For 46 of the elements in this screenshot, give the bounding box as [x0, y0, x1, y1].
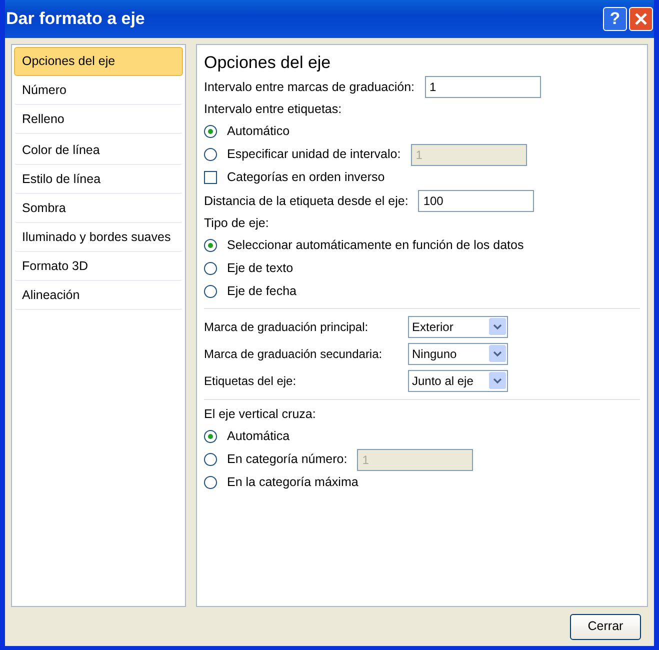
radio-label: Automático: [227, 123, 290, 140]
help-icon[interactable]: ?: [603, 7, 627, 31]
dropdown[interactable]: Junto al eje: [408, 370, 508, 392]
close-button[interactable]: Cerrar: [570, 614, 641, 640]
caret-icon: [489, 318, 506, 335]
radio-label: En la categoría máxima: [227, 474, 358, 492]
select-label: Marca de graduación principal:: [204, 318, 370, 336]
select-label: Etiquetas del eje:: [204, 372, 298, 390]
sidebar-item[interactable]: Número: [14, 76, 183, 105]
radio-label: Eje de texto: [227, 260, 294, 278]
radio-button[interactable]: [204, 430, 217, 443]
sidebar-item[interactable]: Sombra: [14, 194, 183, 223]
radio-label: Eje de fecha: [227, 283, 296, 300]
caret-icon: [489, 372, 506, 389]
group-label: Intervalo entre etiquetas:: [204, 101, 342, 118]
radio-label: En categoría número:: [227, 451, 348, 468]
radio-label: Especificar unidad de intervalo:: [227, 146, 401, 164]
dropdown[interactable]: Ninguno: [408, 342, 508, 364]
dropdown[interactable]: Exterior: [408, 316, 508, 338]
checkbox[interactable]: [204, 171, 217, 184]
radio-button[interactable]: [204, 262, 217, 275]
radio-button[interactable]: [204, 476, 217, 489]
sidebar-item[interactable]: Relleno: [14, 105, 183, 134]
group-label: Tipo de eje:: [204, 215, 269, 232]
radio-label: Automática: [227, 428, 290, 446]
close-icon[interactable]: [629, 7, 653, 31]
select-label: Marca de graduación secundaria:: [204, 346, 384, 362]
field-label: Intervalo entre marcas de graduación:: [204, 78, 415, 96]
caret-icon: [489, 345, 506, 362]
radio-button[interactable]: [204, 239, 217, 252]
input-field[interactable]: 1: [424, 76, 541, 98]
group-label: El eje vertical cruza:: [204, 406, 316, 424]
sidebar-item[interactable]: Alineación: [14, 281, 183, 310]
window-title: Dar formato a eje: [6, 8, 146, 30]
sidebar-item[interactable]: Estilo de línea: [14, 165, 183, 194]
sidebar-item[interactable]: Formato 3D: [14, 252, 183, 281]
sidebar-item[interactable]: Iluminado y bordes suaves: [14, 223, 183, 252]
sidebar-item[interactable]: Opciones del eje: [14, 47, 183, 76]
input-field[interactable]: 100: [418, 190, 534, 212]
radio-button[interactable]: [204, 285, 217, 298]
field-label: Distancia de la etiqueta desde el eje:: [204, 192, 408, 210]
radio-button[interactable]: [204, 125, 217, 138]
panel-heading: Opciones del eje: [204, 52, 332, 74]
radio-label: Seleccionar automáticamente en función de los datos: [227, 237, 524, 254]
checkbox-label: Categorías en orden inverso: [227, 169, 385, 186]
sidebar-item[interactable]: Color de línea: [14, 136, 183, 165]
